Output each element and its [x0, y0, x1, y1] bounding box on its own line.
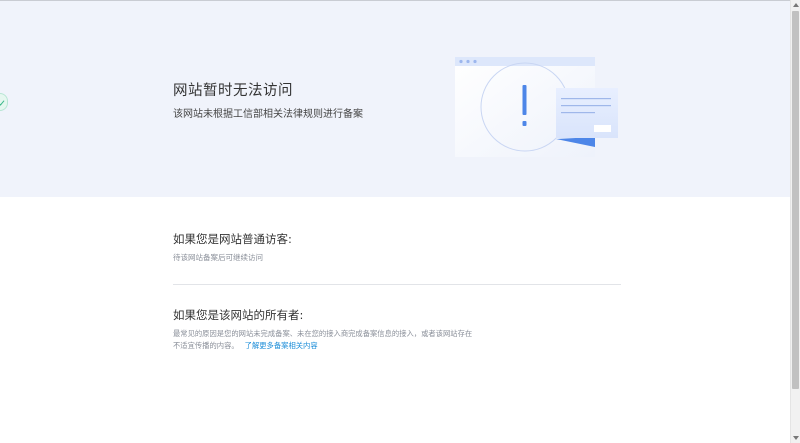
visitor-heading: 如果您是网站普通访客: [173, 232, 292, 246]
unavailable-illustration [455, 57, 618, 157]
page-subtitle: 该网站未根据工信部相关法律规则进行备案 [173, 109, 363, 120]
scroll-thumb[interactable] [792, 11, 799, 389]
owner-text: 最常见的原因是您的网站未完成备案、未在您的接入商完成备案信息的接入，或者该网站存… [173, 328, 503, 352]
scroll-up-icon[interactable] [793, 3, 799, 7]
page-title: 网站暂时无法访问 [173, 83, 293, 99]
hero-banner: 网站暂时无法访问 该网站未根据工信部相关法律规则进行备案 [0, 0, 790, 197]
section-divider [173, 284, 621, 285]
owner-heading: 如果您是该网站的所有者: [173, 308, 304, 322]
scroll-down-icon[interactable] [793, 436, 799, 440]
owner-text-line2: 不适宜传播的内容。 了解更多备案相关内容 [173, 341, 318, 350]
vertical-scrollbar[interactable] [790, 0, 800, 443]
check-icon[interactable] [0, 93, 8, 111]
learn-more-link[interactable]: 了解更多备案相关内容 [245, 341, 318, 350]
owner-text-line1: 最常见的原因是您的网站未完成备案、未在您的接入商完成备案信息的接入，或者该网站存… [173, 329, 473, 338]
visitor-text: 待该网站备案后可继续访问 [173, 253, 263, 262]
